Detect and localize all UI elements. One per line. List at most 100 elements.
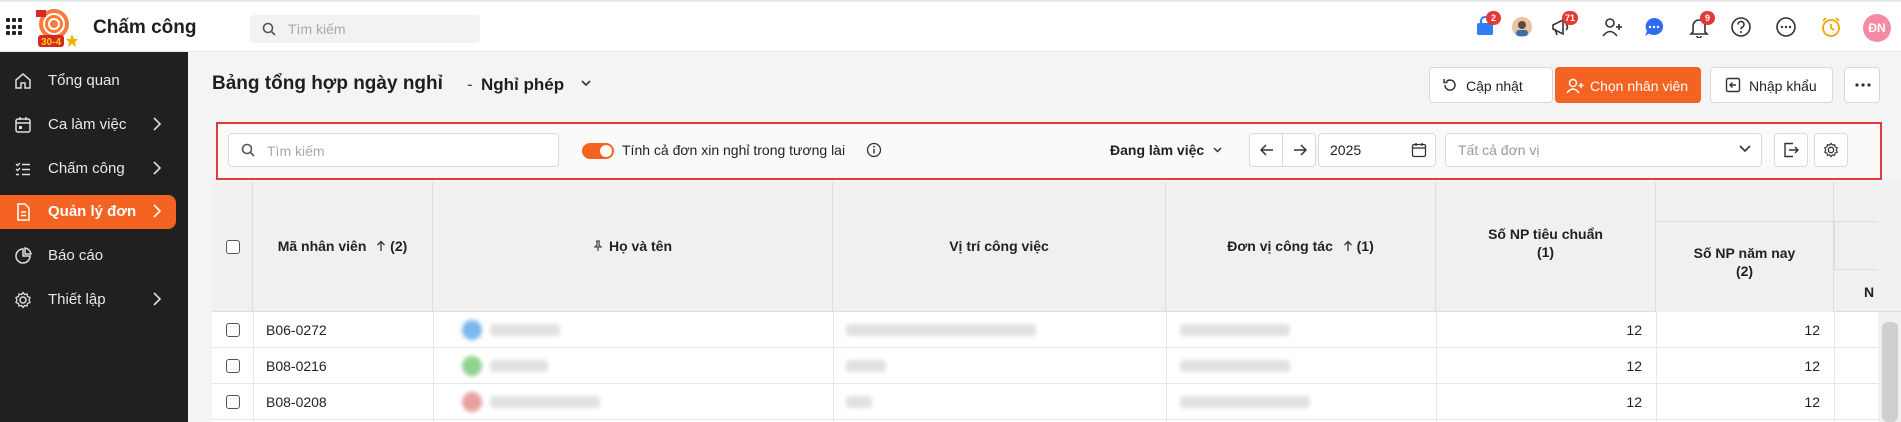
future-leave-toggle[interactable] [582,143,614,159]
more-apps-button[interactable] [1775,16,1799,40]
future-leave-toggle-label: Tính cả đơn xin nghỉ trong tương lai [622,142,846,158]
employee-search[interactable] [228,133,559,167]
add-user-icon [1602,18,1622,37]
gear-icon [1824,142,1838,158]
arrow-left-icon [1260,144,1273,156]
sidebar-item-timekeeping[interactable]: Chấm công [0,152,176,186]
sidebar: Tổng quan Ca làm việc Chấm công Quản lý … [0,52,188,422]
column-divider [433,312,434,422]
user-avatar-mini[interactable] [1511,16,1535,40]
header-select-cell [212,182,253,312]
year-picker[interactable]: 2025 [1318,133,1436,167]
table-row[interactable]: B08-0216 12 12 [212,348,1901,384]
header-position[interactable]: Vị trí công việc [833,182,1166,312]
employee-search-input[interactable] [267,141,547,161]
header-label: Số NP tiêu chuẩn [1488,226,1603,242]
header-label: Đơn vị công tác [1227,238,1333,254]
sort-order-badge: (1) [1356,238,1374,254]
chevron-right-icon [153,161,162,175]
table-settings-button[interactable] [1814,133,1848,167]
sort-up-icon [377,240,386,251]
avatar-icon [1512,17,1532,37]
global-search-input[interactable] [288,19,468,39]
chevron-right-icon [153,292,162,306]
redacted-position [846,324,1036,336]
pie-chart-icon [15,247,32,264]
more-options-button[interactable] [1844,67,1880,103]
header-label: Số NP năm nay [1693,245,1796,261]
calendar-icon [15,117,31,133]
next-year-button[interactable] [1282,133,1316,167]
chevron-down-icon[interactable] [1213,147,1222,153]
sort-order-badge: (2) [390,238,408,254]
cart-button[interactable]: 2 [1474,11,1501,40]
notifications-button[interactable]: 9 [1688,11,1715,40]
help-icon [1731,17,1751,37]
sidebar-item-request-management[interactable]: Quản lý đơn [0,195,176,229]
search-icon [241,143,255,157]
sidebar-item-reports[interactable]: Báo cáo [0,239,176,273]
column-divider [1436,312,1437,422]
redacted-unit [1180,360,1290,372]
choose-employee-button[interactable]: Chọn nhân viên [1555,67,1701,103]
timekeeping-button[interactable] [1820,16,1844,40]
redacted-name [490,360,548,372]
sidebar-item-overview[interactable]: Tổng quan [0,64,176,98]
previous-year-button[interactable] [1249,133,1283,167]
leave-summary-table: Mã nhân viên (2) Họ và tên Vị trí công v… [212,182,1901,422]
add-user-button[interactable] [1601,16,1625,40]
unit-select[interactable]: Tất cả đơn vị [1445,133,1762,167]
info-icon[interactable] [866,142,882,158]
cart-badge: 2 [1486,11,1501,25]
chevron-down-icon[interactable] [581,80,591,87]
app-title: Chấm công [93,17,197,38]
more-horizontal-icon [1855,83,1871,87]
main-content: Bảng tổng hợp ngày nghỉ - Nghỉ phép Cập … [188,52,1901,422]
row-checkbox[interactable] [226,395,240,409]
refresh-icon [1443,79,1456,91]
table-row[interactable]: B06-0272 12 12 [212,312,1901,348]
header-full-name[interactable]: Họ và tên [433,182,833,312]
header-employee-code[interactable]: Mã nhân viên (2) [253,182,433,312]
standard-leave-value: 12 [1626,394,1642,410]
row-checkbox[interactable] [226,323,240,337]
redacted-unit [1180,324,1290,336]
app-logo: 30-4 [36,9,78,48]
app-grid-icon[interactable] [6,18,24,36]
help-button[interactable] [1730,16,1754,40]
sidebar-item-label: Ca làm việc [48,116,127,133]
top-bar: 30-4 Chấm công 2 71 9 ĐN [0,0,1901,52]
global-search[interactable] [250,15,480,43]
redacted-position [846,396,872,408]
table-row[interactable]: B08-0208 12 12 [212,384,1901,420]
row-checkbox[interactable] [226,359,240,373]
employment-status-select[interactable]: Đang làm việc [1110,142,1204,158]
messenger-button[interactable] [1643,16,1667,40]
scrollbar-thumb[interactable] [1882,322,1898,422]
sidebar-item-label: Tổng quan [48,72,120,89]
filter-bar: Tính cả đơn xin nghỉ trong tương lai Đan… [216,122,1882,180]
import-button[interactable]: Nhập khẩu [1710,67,1833,103]
select-all-checkbox[interactable] [226,240,240,254]
avatar [462,356,482,376]
redacted-name [490,396,600,408]
user-avatar[interactable]: ĐN [1863,14,1891,42]
header-this-year-leave[interactable]: Số NP năm nay (2) [1656,182,1834,312]
leave-type-selector[interactable]: Nghỉ phép [481,75,564,95]
refresh-button[interactable]: Cập nhật [1429,67,1553,103]
sidebar-item-shifts[interactable]: Ca làm việc [0,108,176,142]
sort-up-icon [1343,240,1352,251]
header-next-column[interactable]: N [1834,182,1878,312]
sidebar-item-settings[interactable]: Thiết lập [0,283,176,317]
announcement-button[interactable]: 71 [1550,11,1579,40]
calendar-icon [1411,143,1427,158]
sidebar-item-label: Thiết lập [48,291,106,308]
header-standard-leave[interactable]: Số NP tiêu chuẩn (1) [1436,182,1656,312]
header-unit[interactable]: Đơn vị công tác (1) [1166,182,1436,312]
sidebar-item-label: Báo cáo [48,247,104,264]
column-divider [1834,312,1835,422]
column-divider [1166,312,1167,422]
document-icon [17,203,30,221]
checklist-icon [15,162,30,176]
export-button[interactable] [1774,133,1808,167]
